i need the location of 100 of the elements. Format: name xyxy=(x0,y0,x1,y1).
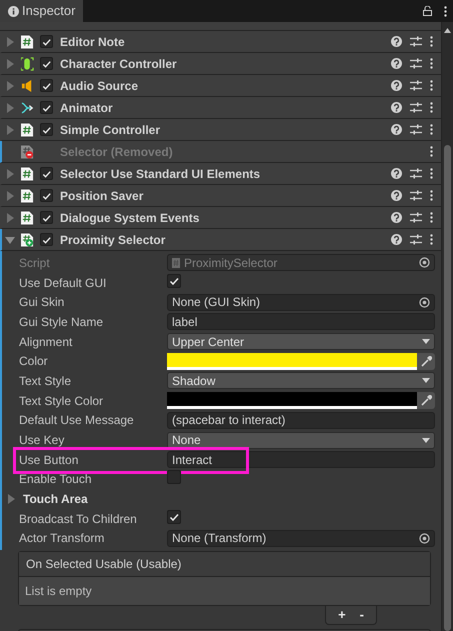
settings-icon[interactable] xyxy=(410,168,422,179)
more-icon[interactable] xyxy=(444,6,447,16)
caret-icon xyxy=(422,438,430,443)
help-icon[interactable] xyxy=(391,36,402,47)
settings-icon[interactable] xyxy=(410,234,422,245)
help-icon[interactable] xyxy=(391,168,402,179)
checkbox[interactable] xyxy=(167,470,181,484)
settings-icon[interactable] xyxy=(410,102,422,113)
more-icon[interactable] xyxy=(430,36,433,47)
more-icon[interactable] xyxy=(430,58,433,69)
help-icon[interactable] xyxy=(391,190,402,201)
foldout-label[interactable]: Touch Area xyxy=(23,490,88,508)
dropdown[interactable]: Shadow xyxy=(167,372,435,390)
more-icon[interactable] xyxy=(430,102,433,113)
text-field[interactable]: label xyxy=(167,313,435,330)
help-icon[interactable] xyxy=(391,234,402,245)
object-picker-icon[interactable] xyxy=(419,532,430,544)
field-label: Use Default GUI xyxy=(18,274,108,292)
info-icon xyxy=(8,6,19,16)
component-title: Selector (Removed) xyxy=(60,144,173,160)
field-label: Text Style xyxy=(18,372,72,390)
color-field[interactable] xyxy=(167,352,417,370)
eyedropper-icon xyxy=(420,356,432,367)
script-icon xyxy=(21,122,34,136)
inspector-tab[interactable]: Inspector xyxy=(0,0,84,22)
text-field[interactable]: Interact xyxy=(167,451,435,468)
settings-icon[interactable] xyxy=(410,58,422,69)
component-title: Simple Controller xyxy=(60,122,160,138)
help-icon[interactable] xyxy=(391,212,402,223)
component-title: Animator xyxy=(60,100,113,116)
settings-icon[interactable] xyxy=(410,36,422,47)
dropdown[interactable]: Upper Center xyxy=(167,333,435,350)
script-icon xyxy=(21,166,34,180)
script-icon xyxy=(21,144,34,158)
field-label: Gui Style Name xyxy=(18,314,104,331)
speaker-icon xyxy=(21,78,34,92)
object-field[interactable]: None (GUI Skin) xyxy=(167,294,435,311)
component-title: Character Controller xyxy=(60,56,177,72)
field-label: Enable Touch xyxy=(18,471,93,488)
scrollbar[interactable] xyxy=(441,22,453,631)
help-icon[interactable] xyxy=(391,102,402,113)
help-icon[interactable] xyxy=(391,80,402,91)
eyedropper-button[interactable] xyxy=(417,352,435,370)
scrollbar-thumb[interactable] xyxy=(444,145,451,631)
enable-checkbox[interactable] xyxy=(40,167,53,180)
more-icon[interactable] xyxy=(430,80,433,91)
field-label: Script xyxy=(18,254,51,272)
empty-list-text: List is empty xyxy=(19,577,430,606)
settings-icon[interactable] xyxy=(410,212,422,223)
add-button[interactable]: + xyxy=(332,606,352,624)
script-icon xyxy=(21,232,34,246)
component-title: Proximity Selector xyxy=(60,232,166,248)
checkbox[interactable] xyxy=(167,274,181,288)
enable-checkbox[interactable] xyxy=(40,123,53,136)
enable-checkbox[interactable] xyxy=(40,189,53,202)
text-field[interactable]: (spacebar to interact) xyxy=(167,412,435,429)
more-icon[interactable] xyxy=(430,124,433,135)
settings-icon[interactable] xyxy=(410,124,422,135)
field-label: Gui Skin xyxy=(18,294,66,312)
enable-checkbox[interactable] xyxy=(40,101,53,114)
more-icon[interactable] xyxy=(430,190,433,201)
more-icon[interactable] xyxy=(430,168,433,179)
enable-checkbox[interactable] xyxy=(40,233,53,246)
help-icon[interactable] xyxy=(391,58,402,69)
field-label: Use Key xyxy=(18,432,66,450)
script-icon xyxy=(21,210,34,224)
dropdown[interactable]: None xyxy=(167,432,435,449)
enable-checkbox[interactable] xyxy=(40,35,53,48)
field-label: Broadcast To Children xyxy=(18,510,138,528)
help-icon[interactable] xyxy=(391,124,402,135)
enable-checkbox[interactable] xyxy=(40,57,53,70)
component-title: Audio Source xyxy=(60,78,138,94)
checkbox[interactable] xyxy=(167,510,181,524)
component-title: Selector Use Standard UI Elements xyxy=(60,166,260,182)
caret-icon xyxy=(422,339,430,344)
field-label: Text Style Color xyxy=(18,392,104,410)
enable-checkbox[interactable] xyxy=(40,79,53,92)
lock-icon[interactable] xyxy=(423,6,432,16)
settings-icon[interactable] xyxy=(410,190,422,201)
object-picker-icon[interactable] xyxy=(419,296,430,308)
settings-icon[interactable] xyxy=(410,80,422,91)
caret-icon xyxy=(422,378,430,384)
script-icon xyxy=(172,258,180,268)
eyedropper-button[interactable] xyxy=(417,392,435,410)
enable-checkbox[interactable] xyxy=(40,211,53,224)
more-icon[interactable] xyxy=(430,212,433,223)
scroll-up-icon[interactable] xyxy=(444,28,451,33)
component-title: Dialogue System Events xyxy=(60,210,200,226)
color-field[interactable] xyxy=(167,392,417,410)
more-icon[interactable] xyxy=(430,234,433,245)
field-label: Default Use Message xyxy=(18,412,135,430)
object-field: ProximitySelector xyxy=(167,254,435,272)
collapse-arrow-icon[interactable] xyxy=(5,234,15,244)
remove-button[interactable]: - xyxy=(354,606,370,624)
field-label: Use Button xyxy=(18,452,80,469)
component-title: Editor Note xyxy=(60,34,125,50)
object-field[interactable]: None (Transform) xyxy=(167,530,435,547)
more-icon[interactable] xyxy=(430,146,433,157)
script-icon xyxy=(21,34,34,48)
component-title: Position Saver xyxy=(60,188,144,204)
